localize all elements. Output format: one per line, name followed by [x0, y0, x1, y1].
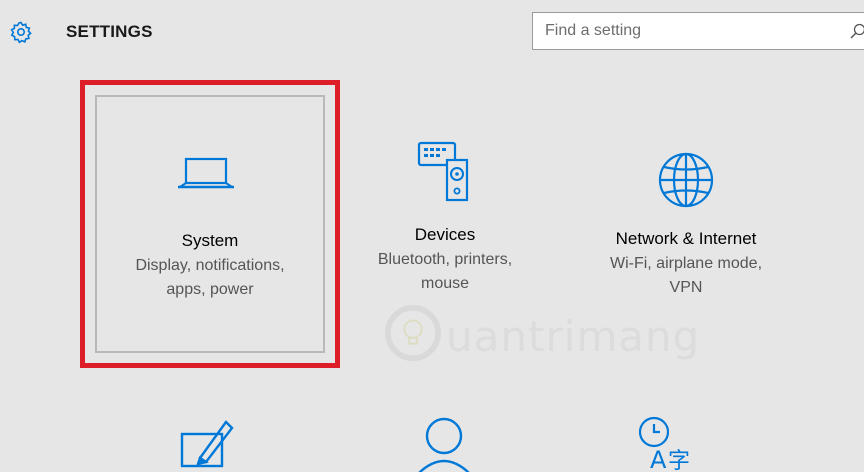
tile-title: Devices: [414, 225, 476, 244]
tile-description: Display, notifications,: [135, 257, 285, 274]
settings-header: SETTINGS: [0, 0, 864, 66]
tile-description: Bluetooth, printers,: [377, 251, 513, 268]
lightbulb-logo-icon: [384, 304, 442, 362]
time-language-icon[interactable]: A 字: [634, 414, 694, 472]
tile-devices[interactable]: Devices Bluetooth, printers, mouse: [360, 140, 530, 310]
globe-icon: [658, 152, 714, 208]
tile-network[interactable]: Network & Internet Wi-Fi, airplane mode,…: [576, 150, 796, 310]
tile-title: Network & Internet: [615, 229, 757, 248]
watermark-text: uantrimang: [446, 312, 701, 361]
tile-description: Wi-Fi, airplane mode,: [609, 255, 763, 272]
personalization-icon[interactable]: [176, 418, 236, 472]
svg-text:字: 字: [668, 449, 690, 472]
tile-description: VPN: [669, 279, 703, 296]
watermark: uantrimang: [384, 300, 699, 370]
tile-description: apps, power: [166, 281, 254, 298]
laptop-icon: [178, 157, 234, 189]
tile-focus-border: [95, 95, 325, 353]
tile-system[interactable]: System Display, notifications, apps, pow…: [80, 80, 340, 368]
accounts-icon[interactable]: [414, 414, 474, 472]
gear-icon: [10, 21, 32, 44]
search-icon[interactable]: [849, 22, 864, 40]
tile-title: System: [181, 231, 239, 250]
search-box[interactable]: [532, 12, 864, 50]
search-input[interactable]: [533, 13, 833, 49]
svg-text:A: A: [650, 446, 667, 472]
tile-description: mouse: [420, 275, 470, 292]
devices-icon: [417, 141, 469, 202]
page-title: SETTINGS: [66, 22, 153, 41]
